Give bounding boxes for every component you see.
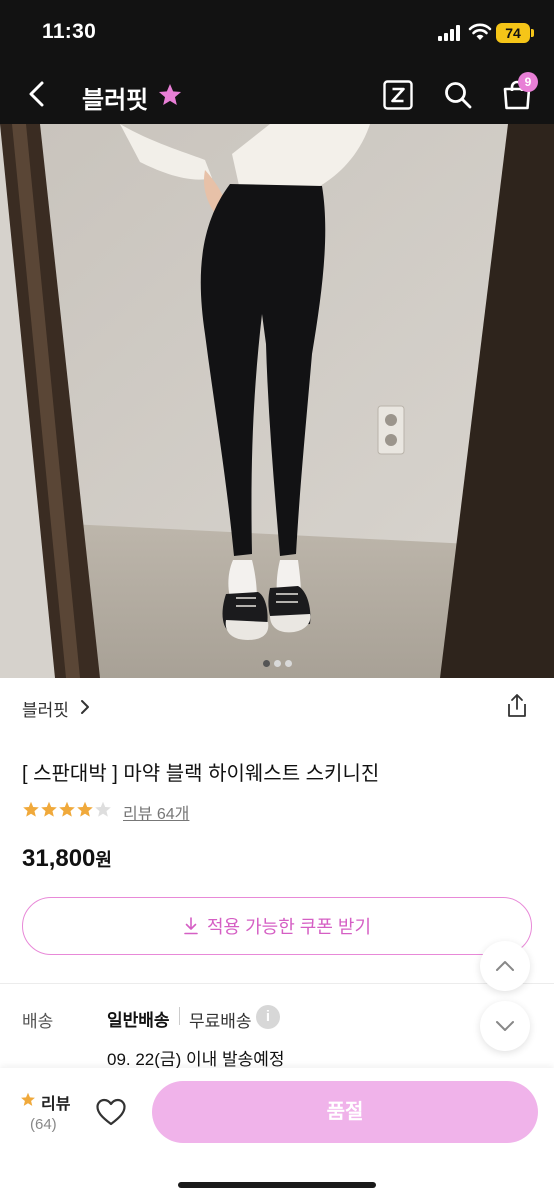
z-icon[interactable] [383,80,413,110]
download-icon [184,917,198,935]
gallery-dot[interactable] [284,660,292,667]
cart-count-badge: 9 [518,72,538,92]
search-icon[interactable] [442,79,474,111]
product-image[interactable] [0,124,554,678]
price-currency: 원 [95,850,112,870]
gallery-pagination [0,654,554,672]
review-star-icon [21,1092,35,1106]
product-price: 31,800원 [22,845,112,873]
review-tab-count[interactable]: (64) [30,1116,57,1133]
gallery-dot[interactable] [262,660,270,667]
review-link[interactable]: 리뷰 64개 [123,800,189,824]
shipping-fee: 무료배송 [189,1012,252,1031]
chevron-up-icon [496,961,514,971]
shipping-separator [179,1007,180,1025]
get-coupon-button[interactable]: 적용 가능한 쿠폰 받기 [22,897,532,955]
wifi-icon [468,23,492,40]
signal-icon [438,25,462,41]
shipping-label: 배송 [22,1012,54,1031]
status-bar: 11:30 74 [0,0,554,64]
shop-title[interactable]: 블러핏 [82,80,148,115]
gallery-dot[interactable] [273,660,281,667]
nav-bar: 블러핏 9 [0,64,554,124]
shipping-type: 일반배송 [107,1011,170,1030]
scroll-down-button[interactable] [480,1001,530,1051]
scroll-up-button[interactable] [480,941,530,991]
product-name: [ 스판대박 ] 마약 블랙 하이웨스트 스키니진 [22,763,380,785]
section-divider [0,983,554,984]
status-time: 11:30 [42,20,97,43]
heart-icon[interactable] [95,1097,127,1127]
chevron-right-icon[interactable] [78,698,92,716]
brand-link[interactable]: 블러핏 [22,696,69,721]
info-icon[interactable]: i [256,1005,280,1029]
star-icon[interactable] [157,82,183,108]
coupon-label: 적용 가능한 쿠폰 받기 [206,917,372,937]
price-value: 31,800 [22,845,96,872]
review-tab-label[interactable]: 리뷰 [41,1090,70,1114]
share-icon[interactable] [505,693,529,719]
rating-stars [23,801,111,817]
back-icon[interactable] [22,78,52,110]
chevron-down-icon [496,1021,514,1031]
shipping-date: 09. 22(금) 이내 발송예정 [107,1050,285,1069]
home-indicator [178,1182,376,1188]
buy-button[interactable]: 품절 [152,1081,538,1143]
battery-indicator: 74 [496,23,534,43]
